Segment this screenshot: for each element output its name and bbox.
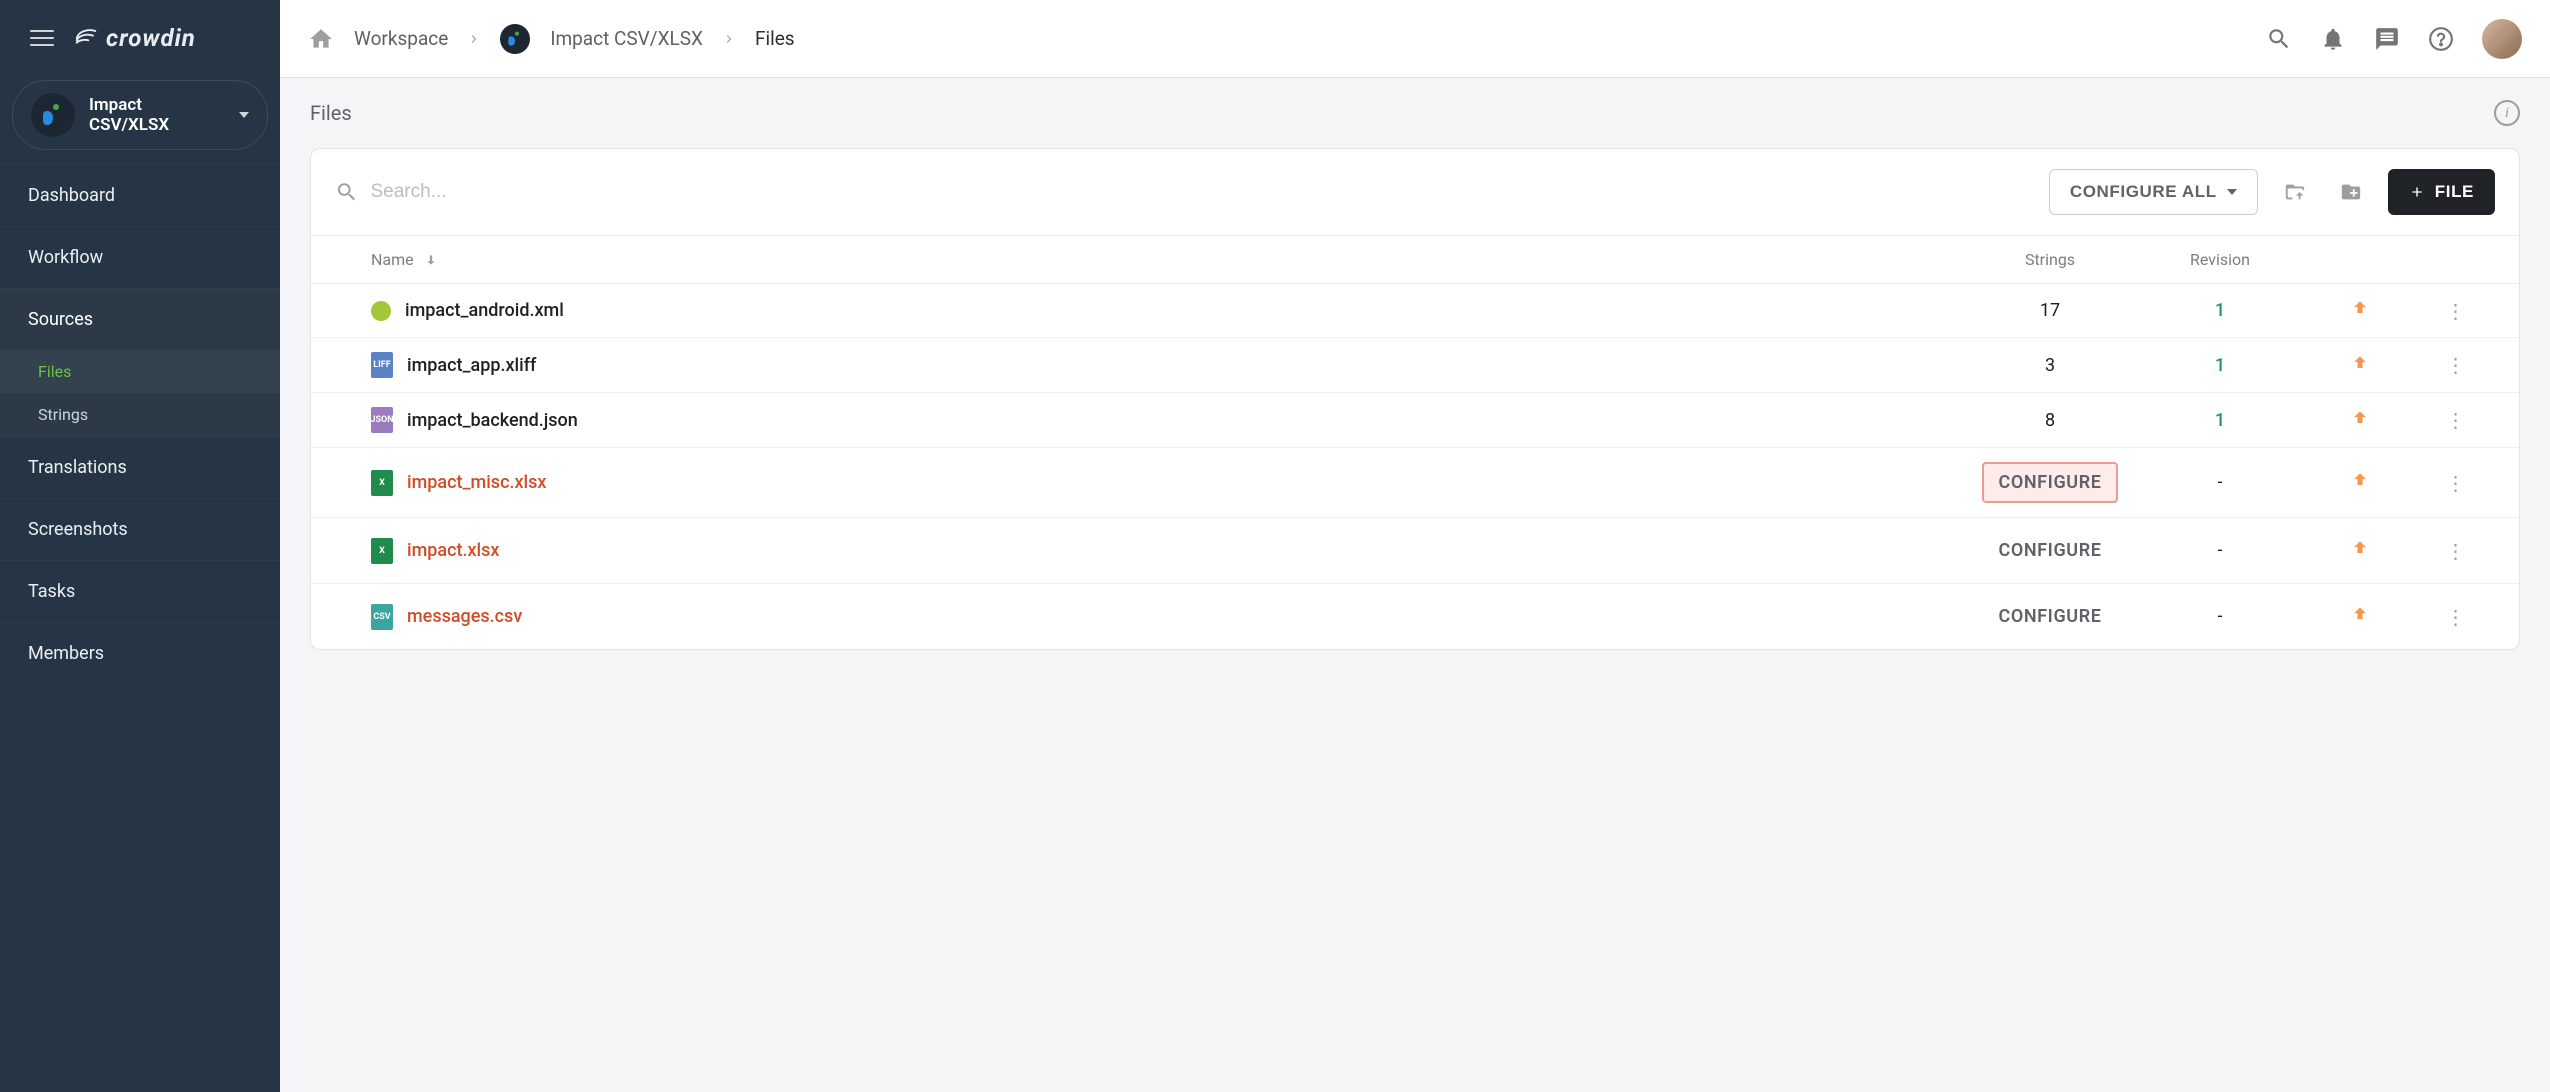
messages-icon[interactable] [2374, 26, 2400, 52]
strings-count: 8 [1965, 410, 2135, 431]
file-name: impact_app.xliff [407, 355, 536, 376]
breadcrumb-project[interactable]: Impact CSV/XLSX [550, 27, 703, 50]
row-menu-icon[interactable]: ⋮ [2415, 299, 2495, 323]
upload-icon[interactable] [2305, 408, 2415, 433]
help-icon[interactable] [2428, 26, 2454, 52]
row-menu-icon[interactable]: ⋮ [2415, 408, 2495, 432]
configure-all-button[interactable]: CONFIGURE ALL [2049, 169, 2258, 215]
table-row[interactable]: JSON impact_backend.json 81 ⋮ [311, 393, 2519, 448]
configure-button[interactable]: CONFIGURE [1982, 462, 2117, 503]
add-file-button[interactable]: FILE [2388, 169, 2495, 215]
revision-value: 1 [2135, 410, 2305, 431]
sidebar-item-screenshots[interactable]: Screenshots [0, 498, 280, 560]
json-file-icon: JSON [371, 407, 393, 433]
table-row[interactable]: CSV messages.csv CONFIGURE- ⋮ [311, 584, 2519, 649]
configure-all-label: CONFIGURE ALL [2070, 182, 2217, 202]
search-icon[interactable] [2266, 26, 2292, 52]
branch-icon[interactable] [2276, 174, 2314, 210]
brand-name: crowdin [106, 24, 196, 52]
search-icon [335, 180, 359, 204]
row-menu-icon[interactable]: ⋮ [2415, 471, 2495, 495]
files-panel: CONFIGURE ALL FILE [310, 148, 2520, 650]
add-file-label: FILE [2435, 182, 2474, 202]
user-avatar[interactable] [2482, 19, 2522, 59]
sidebar-item-workflow[interactable]: Workflow [0, 226, 280, 288]
upload-icon[interactable] [2305, 538, 2415, 563]
table-header: Name Strings Revision [311, 235, 2519, 284]
sidebar: crowdin Impact CSV/XLSX Dashboard Workfl… [0, 0, 280, 1092]
info-icon[interactable]: i [2494, 100, 2520, 126]
sort-down-icon[interactable] [424, 253, 438, 267]
strings-count: 17 [1965, 300, 2135, 321]
configure-button[interactable]: CONFIGURE [1984, 532, 2115, 569]
sidebar-item-translations[interactable]: Translations [0, 436, 280, 498]
upload-icon[interactable] [2305, 470, 2415, 495]
table-row[interactable]: Ximpact.xlsx CONFIGURE- ⋮ [311, 518, 2519, 584]
table-row[interactable]: impact_android.xml 171 ⋮ [311, 284, 2519, 338]
row-menu-icon[interactable]: ⋮ [2415, 605, 2495, 629]
header-name[interactable]: Name [371, 250, 414, 269]
configure-button[interactable]: CONFIGURE [1984, 598, 2115, 635]
header-revision[interactable]: Revision [2135, 250, 2305, 269]
sidebar-item-tasks[interactable]: Tasks [0, 560, 280, 622]
project-selector[interactable]: Impact CSV/XLSX [12, 80, 268, 150]
strings-count: 3 [1965, 355, 2135, 376]
sidebar-item-dashboard[interactable]: Dashboard [0, 164, 280, 226]
upload-icon[interactable] [2305, 298, 2415, 323]
file-name: impact_misc.xlsx [407, 472, 546, 493]
header-strings[interactable]: Strings [1965, 250, 2135, 269]
revision-value: - [2135, 472, 2305, 493]
main-content: Workspace Impact CSV/XLSX Files Files [280, 0, 2550, 1092]
chevron-right-icon [723, 33, 735, 45]
table-row[interactable]: LIFF impact_app.xliff 31 ⋮ [311, 338, 2519, 393]
upload-icon[interactable] [2305, 353, 2415, 378]
android-file-icon [371, 301, 391, 321]
page-title: Files [310, 101, 352, 125]
revision-value: 1 [2135, 300, 2305, 321]
file-name: messages.csv [407, 606, 522, 627]
new-folder-icon[interactable] [2332, 174, 2370, 210]
xlsx-file-icon: X [371, 470, 393, 496]
sidebar-subitem-strings[interactable]: Strings [0, 393, 280, 436]
row-menu-icon[interactable]: ⋮ [2415, 353, 2495, 377]
breadcrumb-project-icon [500, 24, 530, 54]
chevron-right-icon [468, 33, 480, 45]
search-input[interactable] [371, 181, 2031, 203]
revision-value: 1 [2135, 355, 2305, 376]
crowdin-logo-icon [72, 24, 100, 52]
notifications-icon[interactable] [2320, 26, 2346, 52]
sidebar-item-members[interactable]: Members [0, 622, 280, 684]
chevron-down-icon [2227, 189, 2237, 195]
liff-file-icon: LIFF [371, 352, 393, 378]
file-name: impact_android.xml [405, 300, 564, 321]
breadcrumb-workspace[interactable]: Workspace [354, 27, 448, 50]
home-icon[interactable] [308, 26, 334, 52]
chevron-down-icon [239, 112, 249, 118]
row-menu-icon[interactable]: ⋮ [2415, 539, 2495, 563]
plus-icon [2409, 184, 2425, 200]
sidebar-item-sources[interactable]: Sources [0, 288, 280, 350]
xlsx-file-icon: X [371, 538, 393, 564]
breadcrumb: Workspace Impact CSV/XLSX Files [308, 24, 795, 54]
sidebar-subitem-files[interactable]: Files [0, 350, 280, 393]
revision-value: - [2135, 540, 2305, 561]
project-icon [31, 93, 75, 137]
project-name: Impact CSV/XLSX [89, 95, 225, 135]
file-name: impact_backend.json [407, 410, 578, 431]
table-row[interactable]: Ximpact_misc.xlsx CONFIGURE- ⋮ [311, 448, 2519, 518]
topbar: Workspace Impact CSV/XLSX Files [280, 0, 2550, 78]
file-name: impact.xlsx [407, 540, 499, 561]
revision-value: - [2135, 606, 2305, 627]
menu-toggle-icon[interactable] [30, 30, 54, 46]
brand-logo[interactable]: crowdin [72, 24, 196, 52]
csv-file-icon: CSV [371, 604, 393, 630]
upload-icon[interactable] [2305, 604, 2415, 629]
breadcrumb-current: Files [755, 27, 795, 50]
